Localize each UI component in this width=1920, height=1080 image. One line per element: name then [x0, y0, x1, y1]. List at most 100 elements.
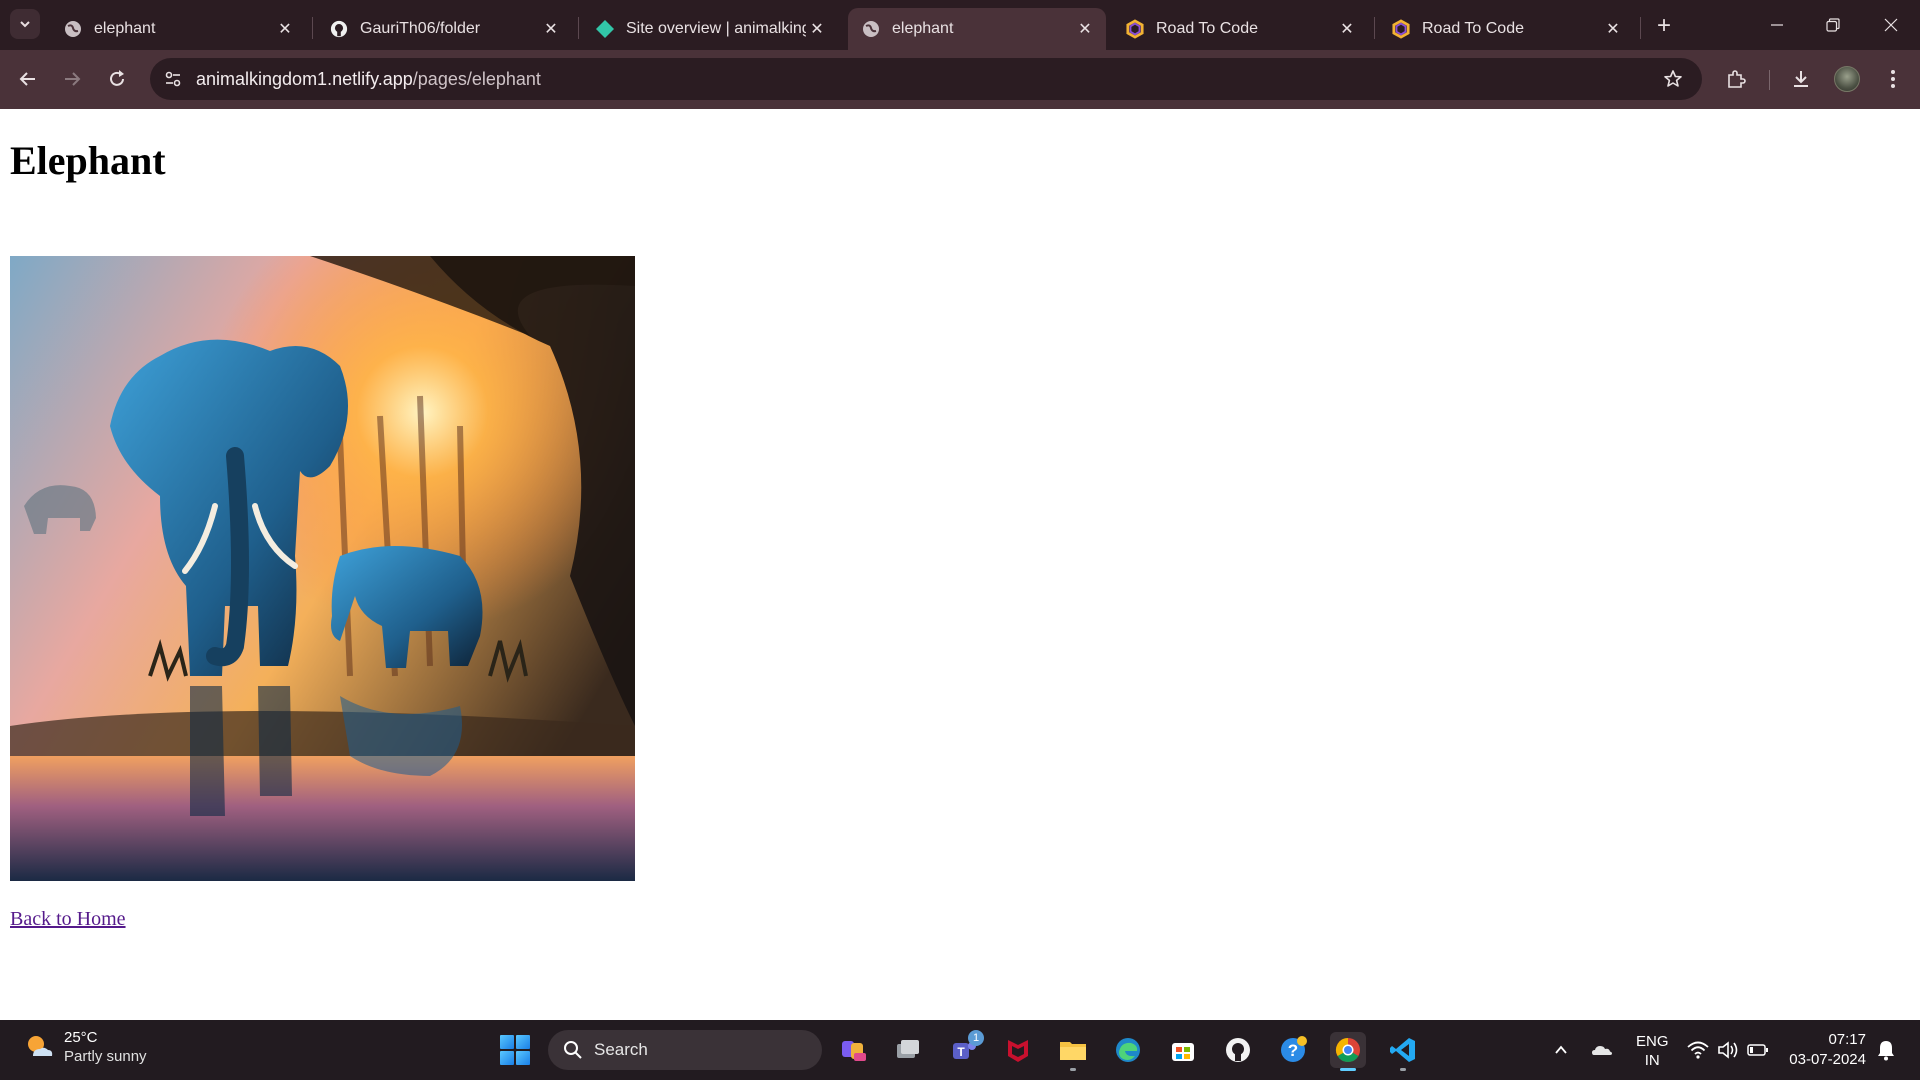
- tab-title: Road To Code: [1156, 20, 1258, 37]
- download-icon: [1794, 71, 1808, 87]
- close-icon[interactable]: ✕: [1336, 18, 1358, 40]
- tab-title: GauriTh06/folder: [360, 20, 481, 37]
- partly-sunny-icon: [28, 1036, 53, 1056]
- chrome-icon: [1335, 1038, 1360, 1063]
- web-page: Elephant Back to Home: [0, 109, 1920, 1020]
- bell-icon: [1878, 1041, 1894, 1061]
- taskbar-app-store[interactable]: [1165, 1032, 1201, 1068]
- github-desktop-icon: [1226, 1038, 1250, 1062]
- notifications-button[interactable]: [1874, 1038, 1898, 1062]
- tab-road-to-code-1[interactable]: Road To Code ✕: [1112, 8, 1368, 50]
- taskbar-app-file-explorer[interactable]: [1055, 1032, 1091, 1071]
- minimize-icon: [1771, 24, 1783, 26]
- windows-logo-tile: [516, 1051, 530, 1065]
- copilot-icon: [842, 1041, 866, 1061]
- back-to-home-link[interactable]: Back to Home: [10, 908, 126, 931]
- restore-button[interactable]: [1818, 10, 1848, 40]
- close-window-button[interactable]: [1876, 10, 1906, 40]
- search-icon: [562, 1039, 584, 1061]
- minimize-button[interactable]: [1762, 10, 1792, 40]
- close-icon[interactable]: ✕: [1074, 18, 1096, 40]
- chevron-up-icon: [1555, 1045, 1567, 1054]
- folder-icon: [1060, 1042, 1086, 1060]
- tab-netlify[interactable]: Site overview | animalkingd ✕: [582, 8, 838, 50]
- new-tab-button[interactable]: +: [1650, 12, 1678, 40]
- taskbar-app-vscode[interactable]: [1385, 1032, 1421, 1071]
- downloads-button[interactable]: [1786, 64, 1816, 94]
- tab-title: Site overview | animalkingd: [626, 20, 806, 37]
- help-icon: ?: [1281, 1036, 1307, 1062]
- site-info-icon[interactable]: [158, 64, 188, 94]
- weather-desc: Partly sunny: [64, 1048, 147, 1065]
- close-icon[interactable]: ✕: [1602, 18, 1624, 40]
- tab-github[interactable]: GauriTh06/folder ✕: [316, 8, 572, 50]
- task-view-icon: [897, 1040, 919, 1058]
- windows-logo-tile: [500, 1051, 514, 1065]
- back-button[interactable]: [13, 64, 43, 94]
- windows-logo-tile: [500, 1035, 514, 1049]
- tab-road-to-code-2[interactable]: Road To Code ✕: [1378, 8, 1634, 50]
- battery-icon[interactable]: [1746, 1038, 1770, 1062]
- puzzle-icon: [1728, 70, 1746, 88]
- show-hidden-icons-button[interactable]: [1549, 1038, 1573, 1062]
- windows-logo-tile: [516, 1035, 530, 1049]
- taskbar-app-github-desktop[interactable]: [1220, 1032, 1256, 1068]
- close-icon: [1884, 18, 1898, 32]
- url-host: animalkingdom1.netlify.app: [196, 68, 413, 89]
- tab-elephant-1[interactable]: elephant ✕: [50, 8, 306, 50]
- taskbar-app-chrome[interactable]: [1330, 1032, 1366, 1071]
- menu-button[interactable]: [1878, 64, 1908, 94]
- taskbar-app-teams[interactable]: T 1: [946, 1030, 984, 1068]
- search-placeholder: Search: [594, 1040, 648, 1059]
- onedrive-icon[interactable]: [1590, 1038, 1614, 1062]
- address-bar[interactable]: animalkingdom1.netlify.app/pages/elephan…: [150, 58, 1702, 100]
- mcafee-icon: [1008, 1040, 1028, 1062]
- taskbar-app-copilot[interactable]: [836, 1032, 872, 1068]
- tab-strip: elephant ✕ GauriTh06/folder ✕ Site overv…: [0, 0, 1920, 50]
- tab-separator: [312, 17, 313, 39]
- taskbar-app-edge[interactable]: [1110, 1032, 1146, 1068]
- extensions-button[interactable]: [1721, 64, 1751, 94]
- tab-title: Road To Code: [1422, 20, 1524, 37]
- close-icon[interactable]: ✕: [540, 18, 562, 40]
- taskbar-app-task-view[interactable]: [890, 1032, 926, 1068]
- reload-button[interactable]: [102, 64, 132, 94]
- forward-button[interactable]: [57, 64, 87, 94]
- restore-icon: [1826, 18, 1840, 32]
- avatar: [1834, 66, 1860, 92]
- browser-toolbar: animalkingdom1.netlify.app/pages/elephan…: [0, 50, 1920, 109]
- toolbar-divider: [1769, 70, 1770, 90]
- wifi-icon[interactable]: [1686, 1038, 1710, 1062]
- taskbar-app-help[interactable]: ?: [1275, 1032, 1311, 1068]
- tab-elephant-active[interactable]: elephant ✕: [848, 8, 1106, 50]
- tab-separator: [1640, 17, 1641, 39]
- reload-icon: [110, 70, 124, 86]
- notification-badge: 1: [968, 1030, 984, 1046]
- close-icon[interactable]: ✕: [274, 18, 296, 40]
- clock-time: 07:17: [1828, 1031, 1866, 1048]
- taskbar-app-mcafee[interactable]: [1000, 1032, 1036, 1068]
- profile-button[interactable]: [1832, 64, 1862, 94]
- chevron-down-icon: [20, 21, 30, 28]
- globe-icon: [862, 20, 880, 38]
- kebab-menu-icon: [1891, 70, 1895, 88]
- edge-icon: [1116, 1038, 1140, 1062]
- bookmark-star-icon[interactable]: [1658, 64, 1688, 94]
- vscode-icon: [1390, 1038, 1415, 1062]
- tab-title: elephant: [94, 20, 156, 37]
- taskbar-search[interactable]: Search: [548, 1030, 822, 1070]
- volume-icon[interactable]: [1716, 1038, 1740, 1062]
- start-button[interactable]: [500, 1035, 530, 1065]
- close-icon[interactable]: ✕: [806, 18, 828, 40]
- roadtocode-icon: [1126, 19, 1144, 39]
- system-clock[interactable]: 07:17 03-07-2024: [1786, 1030, 1866, 1070]
- running-indicator: [1070, 1068, 1076, 1071]
- windows-taskbar: 25°C Partly sunny Search T 1 ? ENG IN 07…: [0, 1020, 1920, 1080]
- tab-search-button[interactable]: [10, 9, 40, 39]
- tab-separator: [578, 17, 579, 39]
- input-language-indicator[interactable]: ENG IN: [1636, 1032, 1669, 1070]
- arrow-left-icon: [19, 72, 35, 86]
- arrow-right-icon: [65, 72, 81, 86]
- store-icon: [1172, 1043, 1194, 1061]
- weather-widget[interactable]: 25°C Partly sunny: [24, 1028, 147, 1066]
